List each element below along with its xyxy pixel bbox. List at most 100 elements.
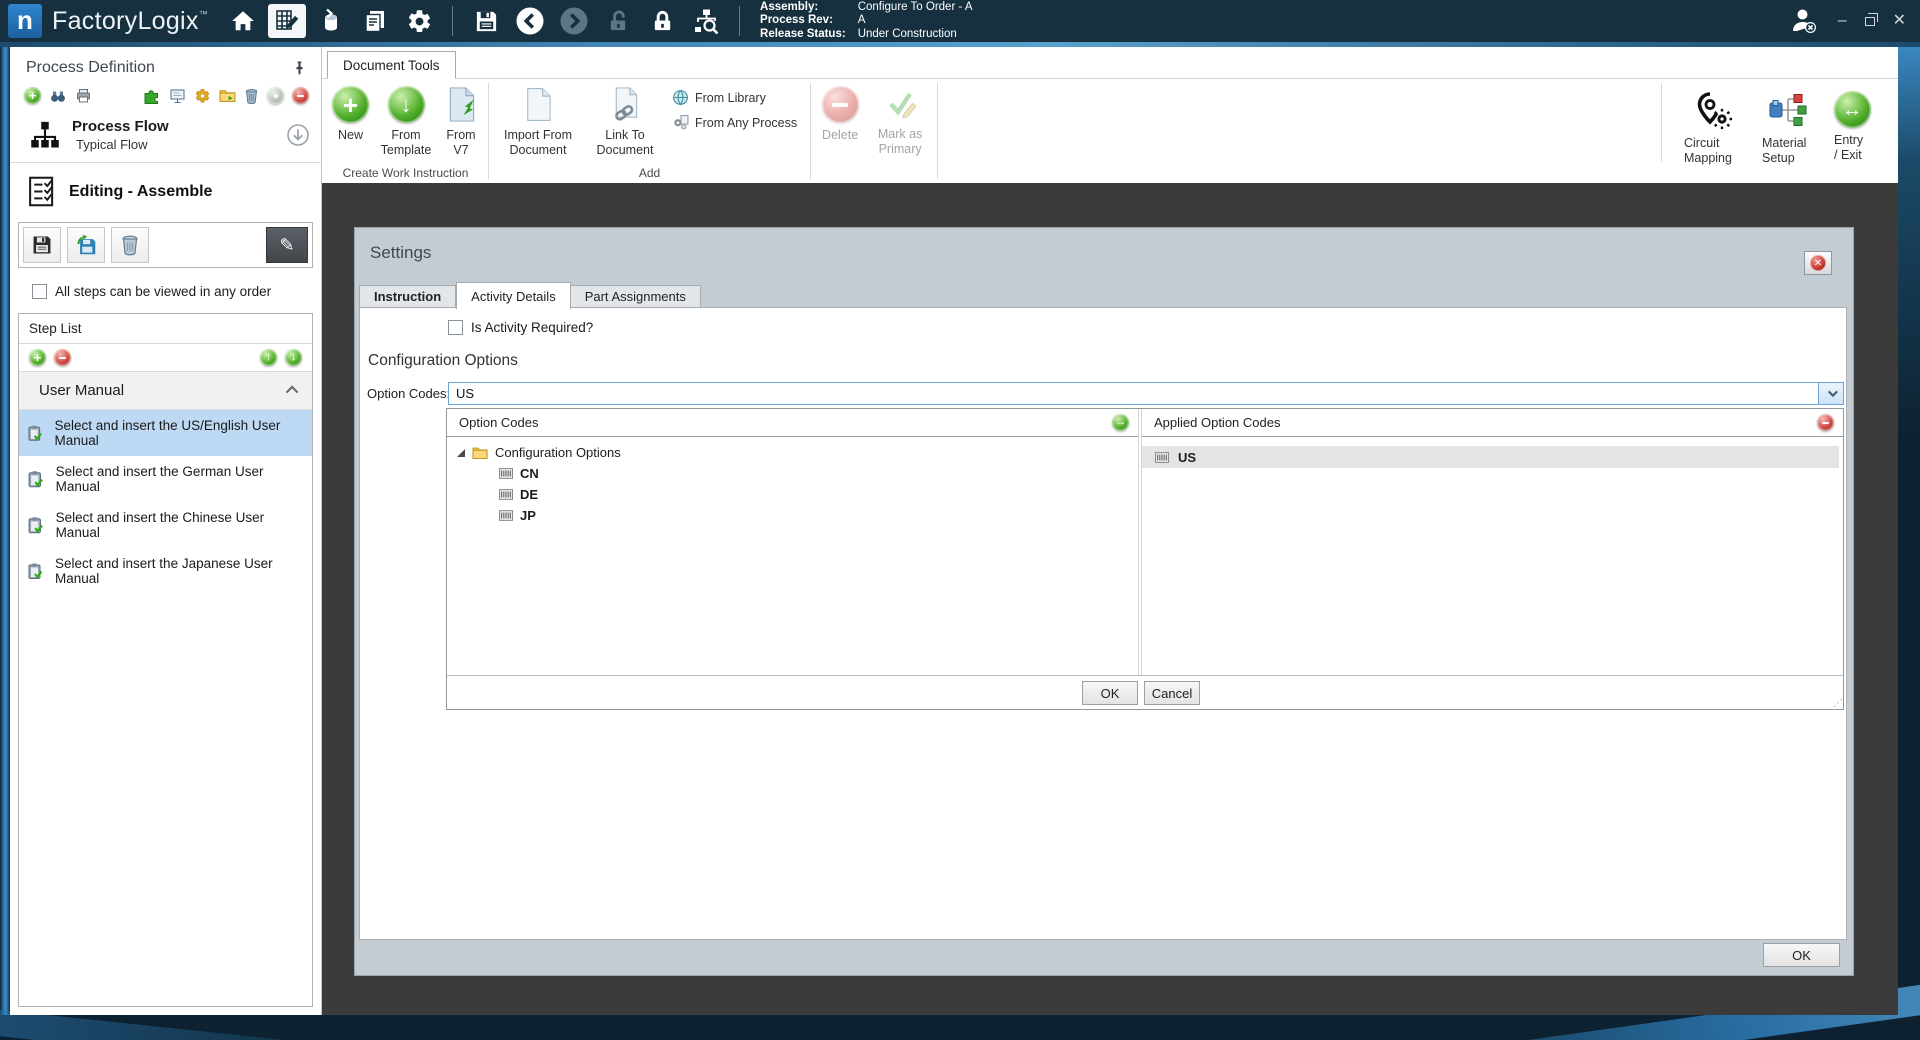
presentation-icon[interactable] [169,88,186,104]
import-step-button[interactable] [67,227,105,263]
tab-part-assignments[interactable]: Part Assignments [571,285,701,308]
check-pencil-icon [883,86,917,122]
expander-icon[interactable] [457,449,465,457]
forward-button[interactable] [555,4,593,38]
circuit-mapping-button[interactable]: Circuit Mapping [1674,79,1752,166]
activity-required-checkbox[interactable] [448,320,463,335]
step-item[interactable]: Select and insert the Japanese User Manu… [19,548,312,594]
material-receiving-button[interactable] [312,4,350,38]
from-library-button[interactable]: From Library [672,89,797,106]
gear-yellow-icon[interactable] [194,88,211,104]
mark-as-primary-button[interactable]: Mark as Primary [866,79,934,166]
apply-option-button[interactable]: → [1112,414,1129,431]
save-button[interactable] [467,4,505,38]
material-setup-button[interactable]: Material Setup [1752,79,1824,166]
expand-down-icon[interactable] [287,124,309,146]
lock-icon [650,9,675,34]
folder-sync-icon[interactable] [219,88,236,103]
option-codes-input[interactable] [449,383,1818,404]
add-step-button[interactable]: + [29,349,46,366]
save-step-button[interactable] [23,227,61,263]
remove-process-button[interactable] [292,87,309,104]
step-label: Select and insert the Japanese User Manu… [55,556,306,586]
from-v7-button[interactable]: From V7 [437,79,485,166]
section-title: Configuration Options [368,352,518,370]
close-button[interactable]: ✕ [1893,13,1906,29]
process-search-button[interactable] [687,4,725,38]
option-code-icon [499,489,513,500]
lock-button[interactable] [643,4,681,38]
step-item[interactable]: Select and insert the Chinese User Manua… [19,502,312,548]
print-icon[interactable] [75,88,92,104]
user-logout-icon[interactable] [1788,6,1820,36]
delete-button[interactable]: Delete [814,79,866,166]
activity-required-row[interactable]: Is Activity Required? [448,320,593,335]
tree-node-label: CN [520,466,539,481]
tree-node-option[interactable]: CN [447,463,1138,484]
home-button[interactable] [224,4,262,38]
folder-icon [472,446,488,459]
trash-icon[interactable] [244,88,259,104]
ok-button[interactable]: OK [1082,681,1138,705]
cancel-button[interactable]: Cancel [1144,681,1200,705]
option-codes-combo[interactable] [448,382,1844,405]
tree-node-configuration-options[interactable]: Configuration Options [447,442,1138,463]
step-item[interactable]: Select and insert the German User Manual [19,456,312,502]
panel-toolbar: + [10,81,321,110]
tab-instruction[interactable]: Instruction [359,285,456,308]
unlock-button[interactable] [599,4,637,38]
resize-grip[interactable]: ⋰ [1833,698,1842,709]
release-status-value: Under Construction [858,28,973,42]
pin-icon[interactable] [292,60,307,76]
process-definition-button[interactable] [268,4,306,38]
combo-dropdown-button[interactable] [1818,383,1843,404]
titlebar-divider [739,6,740,36]
any-order-checkbox-row[interactable]: All steps can be viewed in any order [32,284,313,299]
material-flow-icon [1768,91,1808,131]
ribbon-group-add: Import From Document [492,79,807,183]
restore-button[interactable] [1865,17,1875,26]
step-item[interactable]: Select and insert the US/English User Ma… [19,410,312,456]
import-from-document-button[interactable]: Import From Document [492,79,584,166]
documents-button[interactable] [356,4,394,38]
puzzle-icon[interactable] [143,88,161,104]
entry-exit-button[interactable]: ↔ Entry / Exit [1824,79,1880,166]
remove-step-button[interactable] [54,349,71,366]
step-clipboard-icon [27,562,44,580]
assembly-value: Configure To Order - A [858,1,973,15]
delete-step-button[interactable] [111,227,149,263]
remove-option-button[interactable] [1817,414,1834,431]
minimize-button[interactable]: – [1838,13,1847,29]
tree-node-option[interactable]: JP [447,505,1138,526]
process-rev-value: A [858,14,973,28]
from-any-process-button[interactable]: From Any Process [672,114,797,131]
new-document-button[interactable]: + New [326,79,375,166]
from-template-button[interactable]: ↓ From Template [375,79,437,166]
settings-button[interactable] [400,4,438,38]
app-window: n FactoryLogix ™ [0,0,1920,1040]
edit-mode-button[interactable]: ✎ [266,227,308,263]
move-step-down-button[interactable]: ↓ [285,349,302,366]
link-to-document-button[interactable]: Link To Document [584,79,666,166]
save-icon [31,234,53,256]
add-process-button[interactable]: + [24,87,41,104]
tab-activity-details[interactable]: Activity Details [456,282,571,309]
step-group-header[interactable]: User Manual [19,372,312,410]
tab-document-tools[interactable]: Document Tools [327,51,456,79]
dialog-close-button[interactable]: ✕ [1804,251,1832,275]
save-import-icon [74,234,98,256]
inactive-circle-button[interactable] [267,87,284,104]
back-button[interactable] [511,4,549,38]
process-flow-row[interactable]: Process Flow Typical Flow [10,110,321,162]
dialog-ok-button[interactable]: OK [1763,943,1840,967]
search-binoculars-icon[interactable] [49,88,67,104]
step-label: Select and insert the Chinese User Manua… [56,510,306,540]
applied-option-item[interactable]: US [1142,446,1839,468]
tree-node-option[interactable]: DE [447,484,1138,505]
org-chart-icon [30,120,60,150]
close-icon: ✕ [1810,255,1826,271]
titlebar: n FactoryLogix ™ [0,0,1920,42]
any-order-checkbox[interactable] [32,284,47,299]
process-gears-icon [672,114,689,131]
move-step-up-button[interactable]: ↑ [260,349,277,366]
